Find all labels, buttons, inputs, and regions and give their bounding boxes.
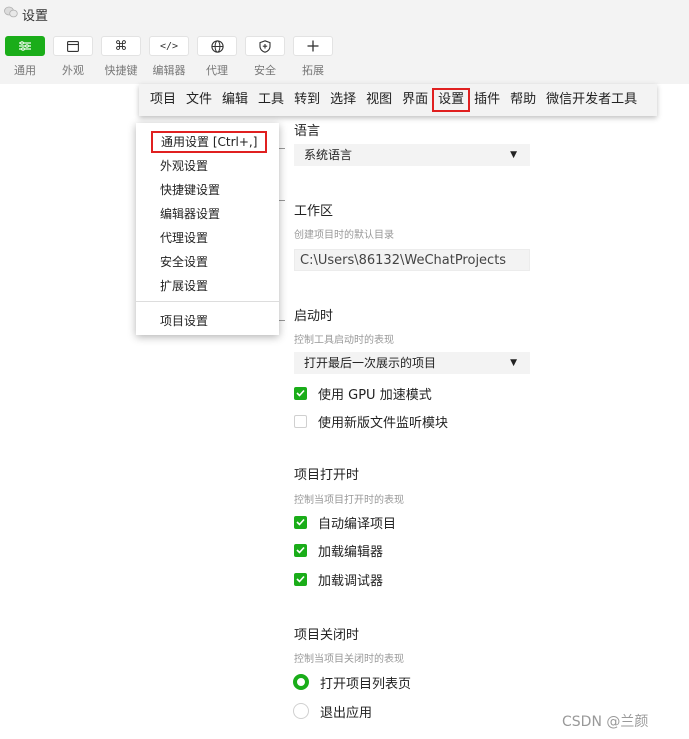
title-bar: 设置 [0,0,689,28]
window-title: 设置 [22,9,49,24]
radio-empty-icon [293,703,309,719]
toolbar-security[interactable]: 安全 [244,36,286,78]
hidden-text-fragment [279,320,285,321]
startup-title: 启动时 [294,309,334,324]
menu-select[interactable]: 选择 [325,89,361,111]
workspace-desc: 创建项目时的默认目录 [294,230,394,241]
editor-label: 加载编辑器 [318,544,384,560]
gpu-label: 使用 GPU 加速模式 [318,387,432,403]
language-select-value: 系统语言 [304,148,353,162]
toolbar-label: 代理 [206,64,228,77]
project-open-desc: 控制当项目打开时的表现 [294,495,404,506]
compile-label: 自动编译项目 [318,516,397,532]
menu-project[interactable]: 项目 [145,89,181,111]
menu-divider [136,301,279,302]
hidden-text-fragment [279,148,285,149]
debugger-label: 加载调试器 [318,573,384,589]
menu-settings[interactable]: 设置 [432,88,471,112]
toolbar-label: 拓展 [302,64,324,77]
exit-label: 退出应用 [320,705,373,721]
globe-icon [197,36,237,56]
toolbar-editor[interactable]: </> 编辑器 [148,36,190,78]
shield-icon [245,36,285,56]
menu-appearance-settings[interactable]: 外观设置 [160,157,208,174]
project-close-desc: 控制当项目关闭时的表现 [294,654,404,665]
menu-bar: 项目 文件 编辑 工具 转到 选择 视图 界面 设置 插件 帮助 微信开发者工具 [139,84,657,116]
menu-edit[interactable]: 编辑 [217,89,253,111]
gpu-acceleration-checkbox[interactable]: 使用 GPU 加速模式 [294,385,432,403]
toolbar-label: 安全 [254,64,276,77]
toolbar-general[interactable]: 通用 [4,36,46,78]
menu-goto[interactable]: 转到 [289,89,325,111]
toolbar-proxy[interactable]: 代理 [196,36,238,78]
toolbar-label: 外观 [62,64,84,77]
workspace-path-input[interactable]: C:\Users\86132\WeChatProjects [294,249,530,271]
check-icon [294,515,307,529]
startup-desc: 控制工具启动时的表现 [294,335,394,346]
startup-select[interactable]: 打开最后一次展示的项目 ▼ [294,352,530,374]
project-close-title: 项目关闭时 [294,628,360,643]
settings-toolbar: 通用 外观 ⌘ 快捷键 </> 编辑器 代理 安全 拓展 [0,28,689,84]
open-list-label: 打开项目列表页 [320,676,412,692]
startup-select-value: 打开最后一次展示的项目 [304,356,437,370]
watcher-label: 使用新版文件监听模块 [318,415,449,431]
menu-editor-settings[interactable]: 编辑器设置 [160,205,220,222]
menu-file[interactable]: 文件 [181,89,217,111]
check-icon [294,543,307,557]
file-watcher-checkbox[interactable]: 使用新版文件监听模块 [294,413,449,431]
menu-security-settings[interactable]: 安全设置 [160,253,208,270]
language-select[interactable]: 系统语言 ▼ [294,144,530,166]
menu-shortcut-settings[interactable]: 快捷键设置 [160,181,220,198]
empty-checkbox-icon [294,414,307,428]
toolbar-label: 快捷键 [104,64,138,77]
language-title: 语言 [294,124,321,139]
window-icon [53,36,93,56]
menu-tools[interactable]: 工具 [253,89,289,111]
toolbar-extensions[interactable]: 拓展 [292,36,334,78]
toolbar-label: 编辑器 [152,64,186,77]
settings-dropdown-menu: 通用设置 [Ctrl+,] 外观设置 快捷键设置 编辑器设置 代理设置 安全设置… [136,123,279,335]
radio-selected-icon [293,674,309,690]
menu-wechat-devtools[interactable]: 微信开发者工具 [541,89,642,111]
project-open-title: 项目打开时 [294,468,360,483]
hidden-text-fragment [279,200,285,201]
load-editor-checkbox[interactable]: 加载编辑器 [294,542,384,560]
caret-down-icon: ▼ [510,150,517,160]
workspace-title: 工作区 [294,204,334,219]
load-debugger-checkbox[interactable]: 加载调试器 [294,571,384,589]
plus-icon [293,36,333,56]
menu-plugins[interactable]: 插件 [469,89,505,111]
check-icon [294,572,307,586]
menu-help[interactable]: 帮助 [505,89,541,111]
sliders-icon [5,36,45,56]
toolbar-shortcuts[interactable]: ⌘ 快捷键 [100,36,142,78]
command-icon: ⌘ [101,36,141,56]
auto-compile-checkbox[interactable]: 自动编译项目 [294,514,397,532]
caret-down-icon: ▼ [510,358,517,368]
code-icon: </> [149,36,189,56]
check-icon [294,386,307,400]
exit-app-radio[interactable]: 退出应用 [293,702,373,721]
menu-extension-settings[interactable]: 扩展设置 [160,277,208,294]
menu-general-settings[interactable]: 通用设置 [Ctrl+,] [151,131,268,153]
menu-interface[interactable]: 界面 [397,89,433,111]
menu-project-settings[interactable]: 项目设置 [160,312,208,329]
toolbar-label: 通用 [14,64,36,77]
watermark: CSDN @兰颜 [562,714,649,730]
app-logo-icon [4,6,18,18]
toolbar-appearance[interactable]: 外观 [52,36,94,78]
open-project-list-radio[interactable]: 打开项目列表页 [293,673,412,692]
menu-view[interactable]: 视图 [361,89,397,111]
menu-proxy-settings[interactable]: 代理设置 [160,229,208,246]
